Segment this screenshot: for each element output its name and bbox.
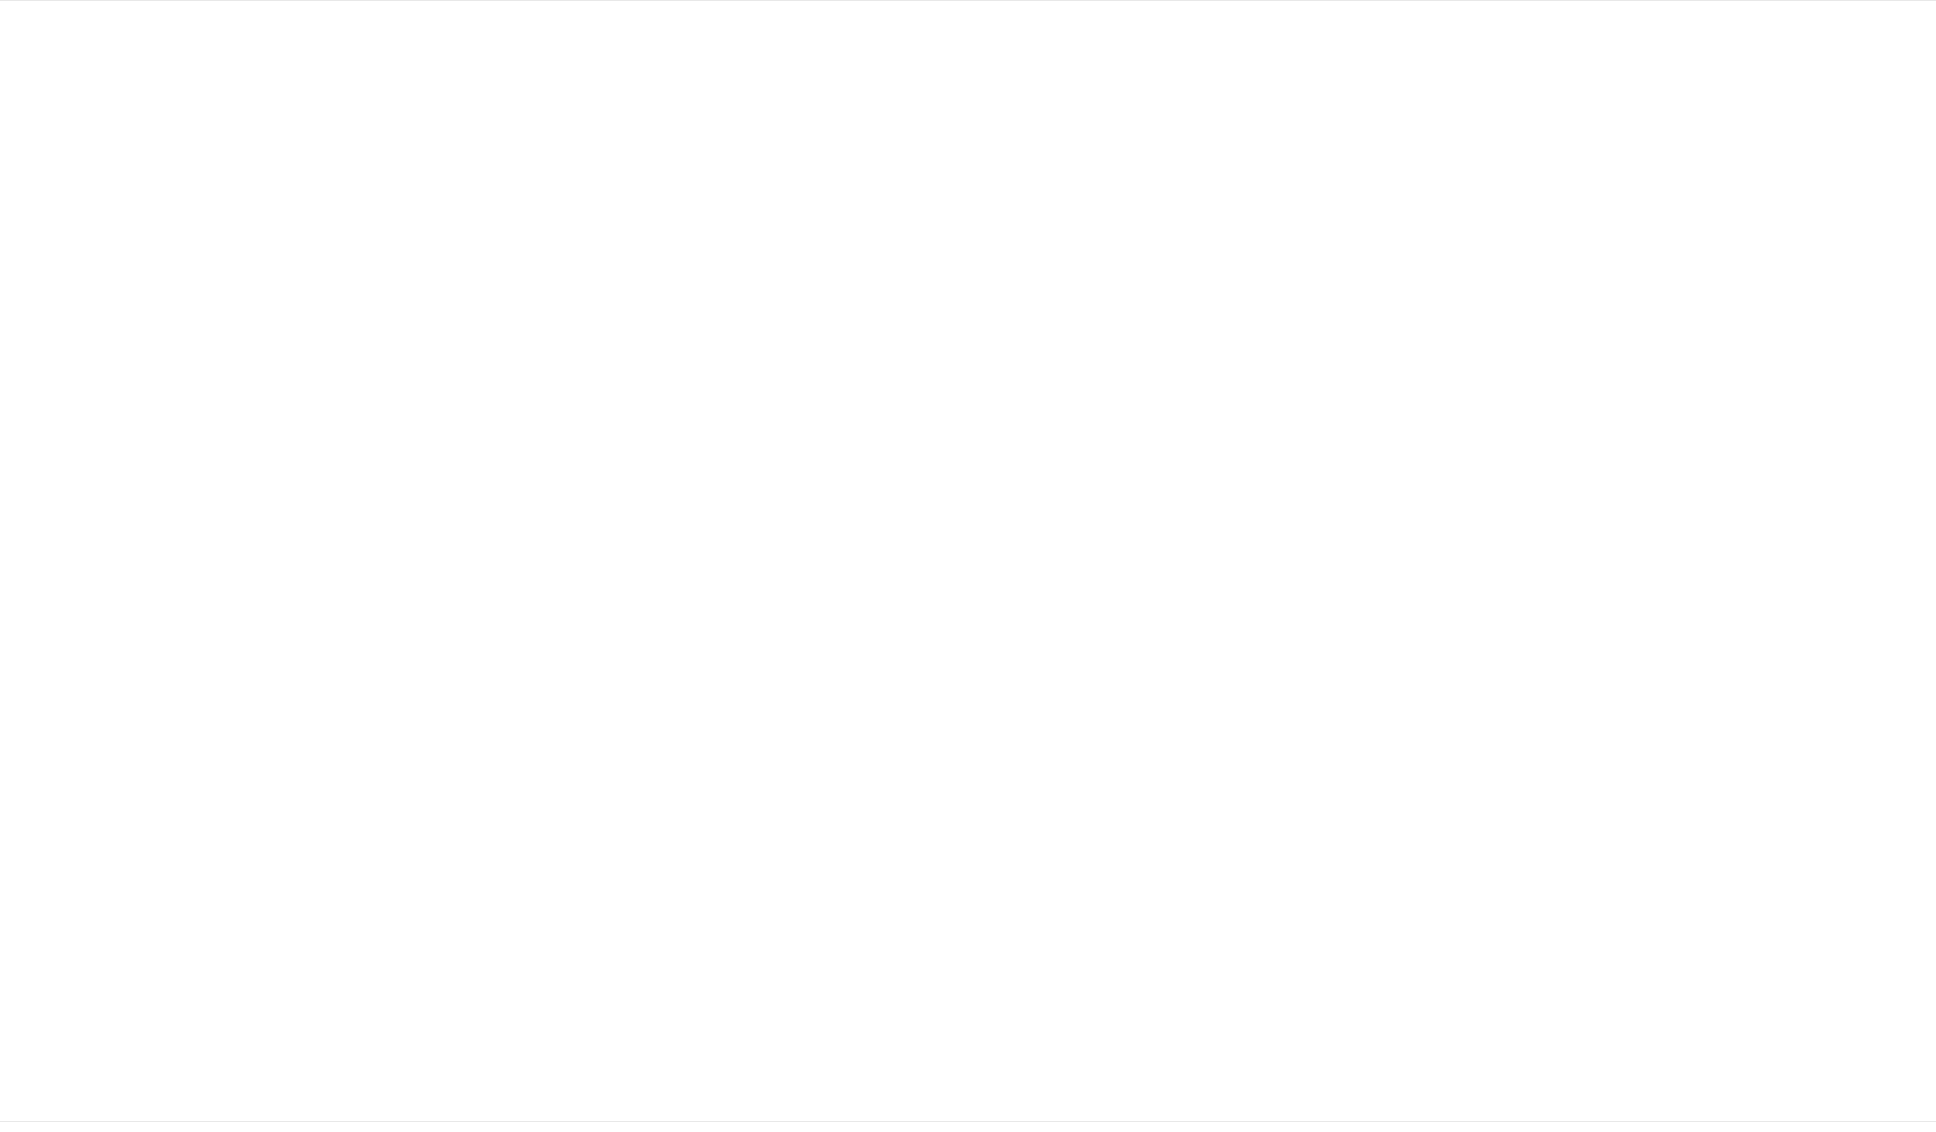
row-proto-req[interactable]: __proto__: Object (0, 491, 1936, 523)
row-pageinfo[interactable]: pageInfo: {hasNextPage: true, endCursor:… (0, 715, 1936, 747)
console-log-message-row: [RELAY-NETWORK] Done ProductConnectionQu… (0, 1, 1936, 43)
row-res[interactable]: res: RelayResponse (0, 523, 1936, 555)
row-operation[interactable]: operation: {fragment: {…}, id: null, kin… (0, 395, 1936, 427)
row-proto-data[interactable]: __proto__: Object (0, 811, 1936, 843)
row-ok: ok: true (0, 907, 1936, 939)
row-id: id: "ProductConnectionQuery" (0, 363, 1936, 395)
devtools-console-output: [RELAY-NETWORK] Done ProductConnectionQu… (0, 0, 1936, 1132)
root-object-preview-row[interactable]: {query: "query ProductConnectionQuery(↵ … (0, 43, 1936, 75)
row-cacheconfig[interactable]: cacheConfig: {} (0, 139, 1936, 171)
row-method: method: "POST" (0, 267, 1936, 299)
row-proto-viewer[interactable]: __proto__: Object (0, 779, 1936, 811)
row-fetchopts-headers[interactable]: headers: {Accept: "*/*", Content-Type: "… (0, 235, 1936, 267)
row-proto-productconnection[interactable]: __proto__: Object (0, 747, 1936, 779)
row-underscore-res[interactable]: _res: Response {type: "cors", url: "http… (0, 1003, 1936, 1035)
row-res-url: url: "https://graphql-compose.herokuapp.… (0, 971, 1936, 1003)
row-productconnection[interactable]: productConnection: (0, 619, 1936, 651)
row-status: status: 200 (0, 939, 1936, 971)
row-req[interactable]: req: RelayRequest (0, 107, 1936, 139)
row-proto-fetchopts[interactable]: __proto__: Object (0, 331, 1936, 363)
row-res-headers[interactable]: headers: Headers {} (0, 843, 1936, 875)
console-bottom-divider (0, 1121, 1936, 1122)
row-count: count: 77 (0, 651, 1936, 683)
row-proto-res[interactable]: __proto__: Object (0, 1035, 1936, 1067)
row-proto-root[interactable]: __proto__: Object (0, 1099, 1936, 1131)
row-req-variables[interactable]: variables: {count: 10, cursor: null, fil… (0, 459, 1936, 491)
row-json[interactable]: json: {data: {…}} (0, 875, 1936, 907)
row-fetchopts-url: url: "https://graphql-compose.herokuapp.… (0, 299, 1936, 331)
row-fetchopts[interactable]: fetchOpts: (0, 171, 1936, 203)
row-query: query: "query ProductConnectionQuery(↵ $… (0, 75, 1936, 107)
row-body: body: "{"id":"ProductConnectionQuery","q… (0, 203, 1936, 235)
row-uploadables: uploadables: undefined (0, 427, 1936, 459)
row-data[interactable]: data: (0, 555, 1936, 587)
row-edges[interactable]: edges: (10) [{…}, {…}, {…}, {…}, {…}, {…… (0, 683, 1936, 715)
row-root-variables[interactable]: variables: {count: 10, cursor: null, fil… (0, 1067, 1936, 1099)
row-viewer[interactable]: viewer: (0, 587, 1936, 619)
